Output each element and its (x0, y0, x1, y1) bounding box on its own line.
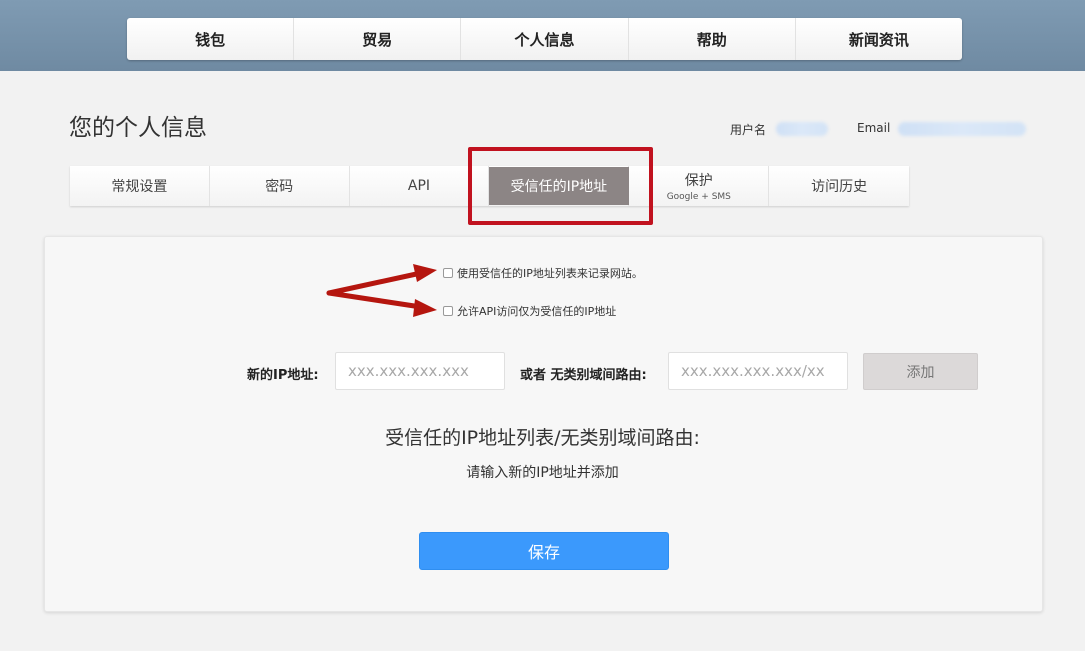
email-label: Email (857, 121, 891, 135)
nav-item-profile[interactable]: 个人信息 (461, 18, 629, 60)
top-nav: 钱包 贸易 个人信息 帮助 新闻资讯 (127, 18, 962, 60)
nav-item-wallet[interactable]: 钱包 (127, 18, 295, 60)
arrow-lower-shaft (326, 290, 424, 310)
tab-trusted-ip[interactable]: 受信任的IP地址 (488, 166, 630, 206)
add-button[interactable]: 添加 (863, 353, 978, 390)
nav-item-news[interactable]: 新闻资讯 (796, 18, 962, 60)
nav-item-trade[interactable]: 贸易 (294, 18, 462, 60)
trusted-ip-list-empty-hint: 请输入新的IP地址并添加 (466, 465, 619, 481)
tab-label: 保护 (684, 173, 713, 189)
tab-general-settings[interactable]: 常规设置 (70, 166, 210, 206)
option-site-login: 使用受信任的IP地址列表来记录网站。 (443, 265, 643, 281)
annotation-arrows (326, 264, 437, 317)
arrow-upper-shaft (326, 270, 424, 296)
trusted-ip-list-title: 受信任的IP地址列表/无类别域间路由: (385, 427, 700, 449)
tab-password[interactable]: 密码 (210, 166, 350, 206)
tab-label: 常规设置 (111, 179, 168, 195)
cidr-input[interactable] (668, 352, 848, 390)
arrow-lower-head (413, 299, 437, 317)
nav-item-help[interactable]: 帮助 (629, 18, 796, 60)
email-value-redacted (898, 122, 1026, 136)
new-ip-input[interactable] (335, 352, 505, 390)
tab-label: 访问历史 (811, 179, 868, 195)
cidr-label: 或者 无类别域间路由: (520, 368, 647, 383)
arrow-upper-head (413, 264, 437, 282)
profile-subtabs: 常规设置 密码 API 受信任的IP地址 保护 Google + SMS 访问历… (70, 166, 909, 206)
tab-access-history[interactable]: 访问历史 (769, 166, 909, 206)
username-value-redacted (776, 122, 828, 136)
new-ip-label: 新的IP地址: (247, 368, 319, 383)
tab-api[interactable]: API (350, 166, 490, 206)
tab-label: 密码 (265, 179, 294, 195)
tab-trusted-ip-active: 受信任的IP地址 (488, 167, 629, 205)
tab-sublabel: Google + SMS (666, 192, 731, 202)
save-button[interactable]: 保存 (419, 532, 669, 570)
username-label: 用户名 (730, 123, 767, 137)
api-only-label: 允许API访问仅为受信任的IP地址 (457, 305, 617, 318)
tab-protection[interactable]: 保护 Google + SMS (629, 166, 770, 206)
option-api-only: 允许API访问仅为受信任的IP地址 (443, 303, 616, 319)
site-login-label: 使用受信任的IP地址列表来记录网站。 (457, 267, 643, 280)
tab-label: API (407, 178, 431, 194)
page-title: 您的个人信息 (69, 115, 207, 141)
